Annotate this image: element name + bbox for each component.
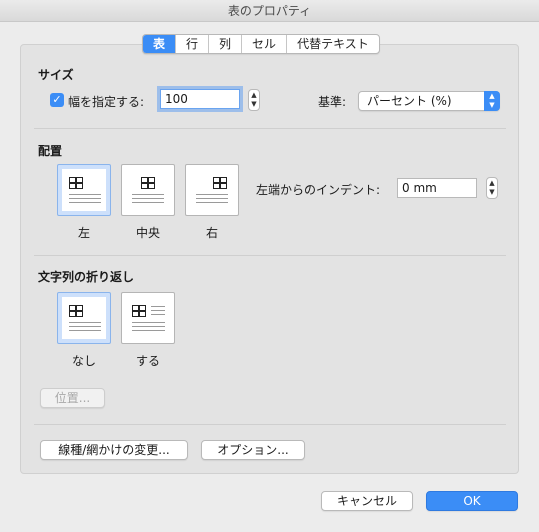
wrap-none-preview xyxy=(62,297,106,339)
ok-button[interactable]: OK xyxy=(426,491,518,511)
table-properties-window: 表のプロパティ 表 行 列 セル 代替テキスト サイズ ✓ 幅を指定する: 10… xyxy=(0,0,539,532)
indent-label: 左端からのインデント: xyxy=(256,183,381,197)
stepper-up-icon: ▲ xyxy=(489,179,495,187)
section-divider xyxy=(34,255,506,256)
checkmark-icon: ✓ xyxy=(52,93,62,106)
basis-select-value: パーセント (%) xyxy=(367,94,452,108)
wrap-around-preview xyxy=(126,297,170,339)
table-grid-icon xyxy=(69,305,83,317)
text-line xyxy=(132,326,165,327)
align-left-option[interactable] xyxy=(57,164,111,216)
table-grid-icon xyxy=(213,177,227,189)
align-center-label: 中央 xyxy=(135,226,160,240)
text-line xyxy=(69,202,101,203)
borders-shading-button[interactable]: 線種/網かけの変更... xyxy=(40,440,188,460)
select-arrows-icon: ▲ ▼ xyxy=(484,91,500,111)
align-center-option[interactable] xyxy=(121,164,175,216)
text-line xyxy=(132,202,164,203)
alignment-heading: 配置 xyxy=(38,144,63,158)
align-right-preview xyxy=(190,169,234,211)
wrapping-heading: 文字列の折り返し xyxy=(38,270,135,284)
align-right-option[interactable] xyxy=(185,164,239,216)
indent-input[interactable]: 0 mm xyxy=(397,178,477,198)
wrap-around-label: する xyxy=(135,354,160,368)
text-line xyxy=(132,198,164,199)
tab-column[interactable]: 列 xyxy=(209,35,243,53)
text-line xyxy=(69,194,101,195)
position-button[interactable]: 位置... xyxy=(40,388,105,408)
size-heading: サイズ xyxy=(38,68,74,82)
table-grid-icon xyxy=(141,177,155,189)
cancel-button[interactable]: キャンセル xyxy=(321,491,413,511)
section-divider xyxy=(34,424,506,425)
text-line xyxy=(196,198,228,199)
basis-select[interactable]: パーセント (%) ▲ ▼ xyxy=(358,91,500,111)
tab-table[interactable]: 表 xyxy=(143,35,177,53)
wrap-none-option[interactable] xyxy=(57,292,111,344)
text-line xyxy=(196,194,228,195)
text-line xyxy=(151,314,165,315)
basis-label: 基準: xyxy=(318,95,347,109)
text-line xyxy=(132,330,165,331)
align-center-preview xyxy=(126,169,170,211)
tab-cell[interactable]: セル xyxy=(242,35,288,53)
text-line xyxy=(69,330,101,331)
tab-row[interactable]: 行 xyxy=(176,35,210,53)
section-divider xyxy=(34,128,506,129)
text-line xyxy=(196,202,228,203)
wrap-none-label: なし xyxy=(71,354,96,368)
text-line xyxy=(69,198,101,199)
wrap-around-option[interactable] xyxy=(121,292,175,344)
align-left-preview xyxy=(62,169,106,211)
specify-width-label: 幅を指定する: xyxy=(68,95,145,109)
text-line xyxy=(69,326,101,327)
stepper-down-icon: ▼ xyxy=(489,188,495,196)
text-line xyxy=(69,322,101,323)
text-line xyxy=(132,322,165,323)
indent-stepper[interactable]: ▲ ▼ xyxy=(486,177,498,199)
text-line xyxy=(132,194,164,195)
table-grid-icon xyxy=(132,305,146,317)
stepper-down-icon: ▼ xyxy=(251,100,257,108)
tab-bar: 表 行 列 セル 代替テキスト xyxy=(142,34,380,54)
text-line xyxy=(151,306,165,307)
options-button[interactable]: オプション... xyxy=(201,440,305,460)
width-stepper[interactable]: ▲ ▼ xyxy=(248,89,260,111)
specify-width-checkbox[interactable]: ✓ xyxy=(50,93,64,107)
text-line xyxy=(151,310,165,311)
tab-alt-text[interactable]: 代替テキスト xyxy=(287,35,379,53)
stepper-up-icon: ▲ xyxy=(251,91,257,99)
align-left-label: 左 xyxy=(77,226,90,240)
table-grid-icon xyxy=(69,177,83,189)
window-title: 表のプロパティ xyxy=(0,0,539,22)
width-input[interactable]: 100 xyxy=(160,89,240,109)
align-right-label: 右 xyxy=(205,226,218,240)
